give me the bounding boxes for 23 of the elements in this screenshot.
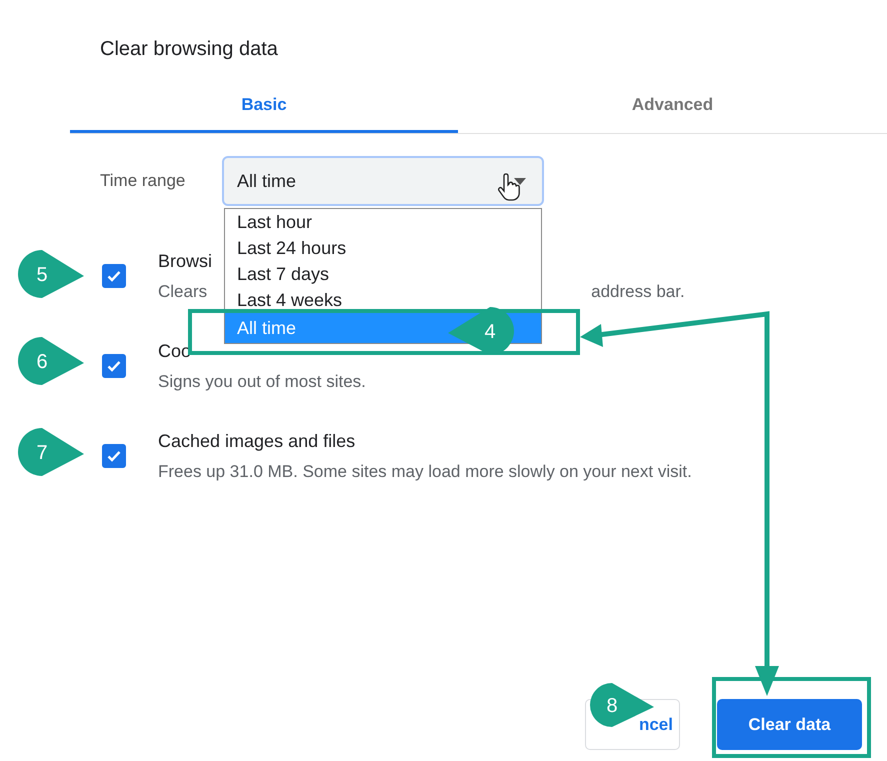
field-label: Time range (100, 170, 186, 192)
step-callout: 5 (18, 250, 84, 298)
dropdown-option[interactable]: Last 7 days (225, 261, 541, 287)
checkbox[interactable] (102, 354, 126, 378)
checkbox[interactable] (102, 444, 126, 468)
dialog-title: Clear browsing data (99, 37, 279, 62)
tab[interactable]: Basic (70, 80, 458, 133)
option-description: Signs you out of most sites. (158, 371, 366, 393)
option-description: address bar. (591, 281, 685, 303)
step-callout: 7 (18, 428, 84, 476)
option-description: Clears (158, 281, 208, 303)
option-title: Browsi (158, 250, 212, 273)
tab[interactable]: Advanced (458, 80, 887, 133)
checkbox[interactable] (102, 264, 126, 288)
option-description: Frees up 31.0 MB. Some sites may load more slowly on your next visit. (158, 461, 692, 483)
dropdown-option[interactable]: Last hour (225, 209, 541, 235)
hand-cursor-icon (498, 172, 522, 202)
step-callout: 6 (18, 337, 84, 385)
time-range-select[interactable]: All time (222, 156, 544, 206)
caret-icon (514, 178, 526, 185)
clear-data-button[interactable]: Clear data (717, 699, 862, 750)
dropdown-option[interactable]: Last 24 hours (225, 235, 541, 261)
option-title: Cached images and files (158, 430, 356, 453)
